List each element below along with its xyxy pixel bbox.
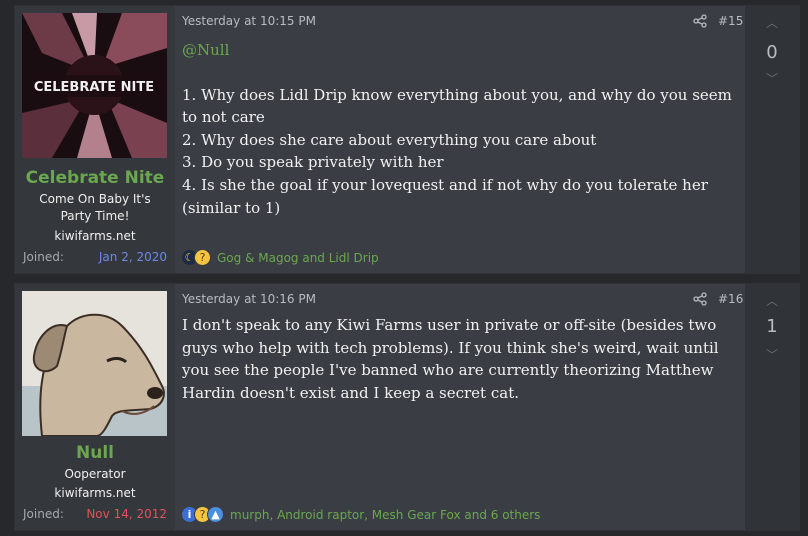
user-info: Null Ooperator kiwifarms.net Joined: Nov… <box>15 284 175 530</box>
reaction-names[interactable]: murph, Android raptor, Mesh Gear Fox and… <box>230 508 540 522</box>
post-body: @Null 1. Why does Lidl Drip know everyth… <box>182 39 742 219</box>
post-timestamp[interactable]: Yesterday at 10:15 PM <box>182 14 316 28</box>
share-icon[interactable] <box>693 14 707 28</box>
username[interactable]: Null <box>15 443 175 463</box>
post-number[interactable]: #15 <box>718 14 743 28</box>
reactions-bar[interactable]: i ? ▲ murph, Android raptor, Mesh Gear F… <box>181 506 540 523</box>
username[interactable]: Celebrate Nite <box>15 168 175 188</box>
thumbs-up-icon: ▲ <box>207 506 224 523</box>
post-main: Yesterday at 10:15 PM #15 @Null 1. Why d… <box>175 6 745 273</box>
downvote-icon[interactable]: ﹀ <box>745 346 799 363</box>
post-line: 4. Is she the goal if your lovequest and… <box>182 175 708 217</box>
avatar[interactable] <box>22 291 167 436</box>
thinking-icon: ? <box>194 249 211 266</box>
post-line: 3. Do you speak privately with her <box>182 153 444 172</box>
reactions-bar[interactable]: ☾ ? Gog & Magog and Lidl Drip <box>181 249 379 266</box>
joined-label: Joined: <box>23 507 64 521</box>
vote-column: ︿ 1 ﹀ <box>745 284 799 530</box>
user-info: CELEBRATE NITE Celebrate Nite Come On Ba… <box>15 6 175 273</box>
post: CELEBRATE NITE Celebrate Nite Come On Ba… <box>14 5 800 274</box>
joined-row: Joined: Nov 14, 2012 <box>23 507 167 521</box>
user-site: kiwifarms.net <box>54 229 136 243</box>
avatar[interactable]: CELEBRATE NITE <box>22 13 167 158</box>
vote-score: 1 <box>766 316 778 337</box>
user-mention[interactable]: @Null <box>182 39 742 62</box>
post: Null Ooperator kiwifarms.net Joined: Nov… <box>14 283 800 531</box>
avatar-logo-text: CELEBRATE NITE <box>34 80 154 95</box>
post-line: 2. Why does she care about everything yo… <box>182 130 597 149</box>
vote-score: 0 <box>766 42 778 63</box>
joined-date: Jan 2, 2020 <box>98 250 167 264</box>
post-timestamp[interactable]: Yesterday at 10:16 PM <box>182 292 316 306</box>
joined-date: Nov 14, 2012 <box>86 507 167 521</box>
joined-label: Joined: <box>23 250 64 264</box>
upvote-icon[interactable]: ︿ <box>745 292 799 309</box>
vote-column: ︿ 0 ﹀ <box>745 6 799 273</box>
joined-row: Joined: Jan 2, 2020 <box>23 250 167 264</box>
reaction-names[interactable]: Gog & Magog and Lidl Drip <box>217 251 379 265</box>
post-line: 1. Why does Lidl Drip know everything ab… <box>182 85 732 127</box>
post-main: Yesterday at 10:16 PM #16 I don't speak … <box>175 284 745 530</box>
user-title: Come On Baby It's Party Time! <box>39 192 151 223</box>
share-icon[interactable] <box>693 292 707 306</box>
upvote-icon[interactable]: ︿ <box>745 14 799 31</box>
post-number[interactable]: #16 <box>718 292 743 306</box>
post-body: I don't speak to any Kiwi Farms user in … <box>182 316 719 402</box>
user-site: kiwifarms.net <box>54 486 136 500</box>
downvote-icon[interactable]: ﹀ <box>745 70 799 87</box>
user-title: Ooperator <box>64 467 126 481</box>
